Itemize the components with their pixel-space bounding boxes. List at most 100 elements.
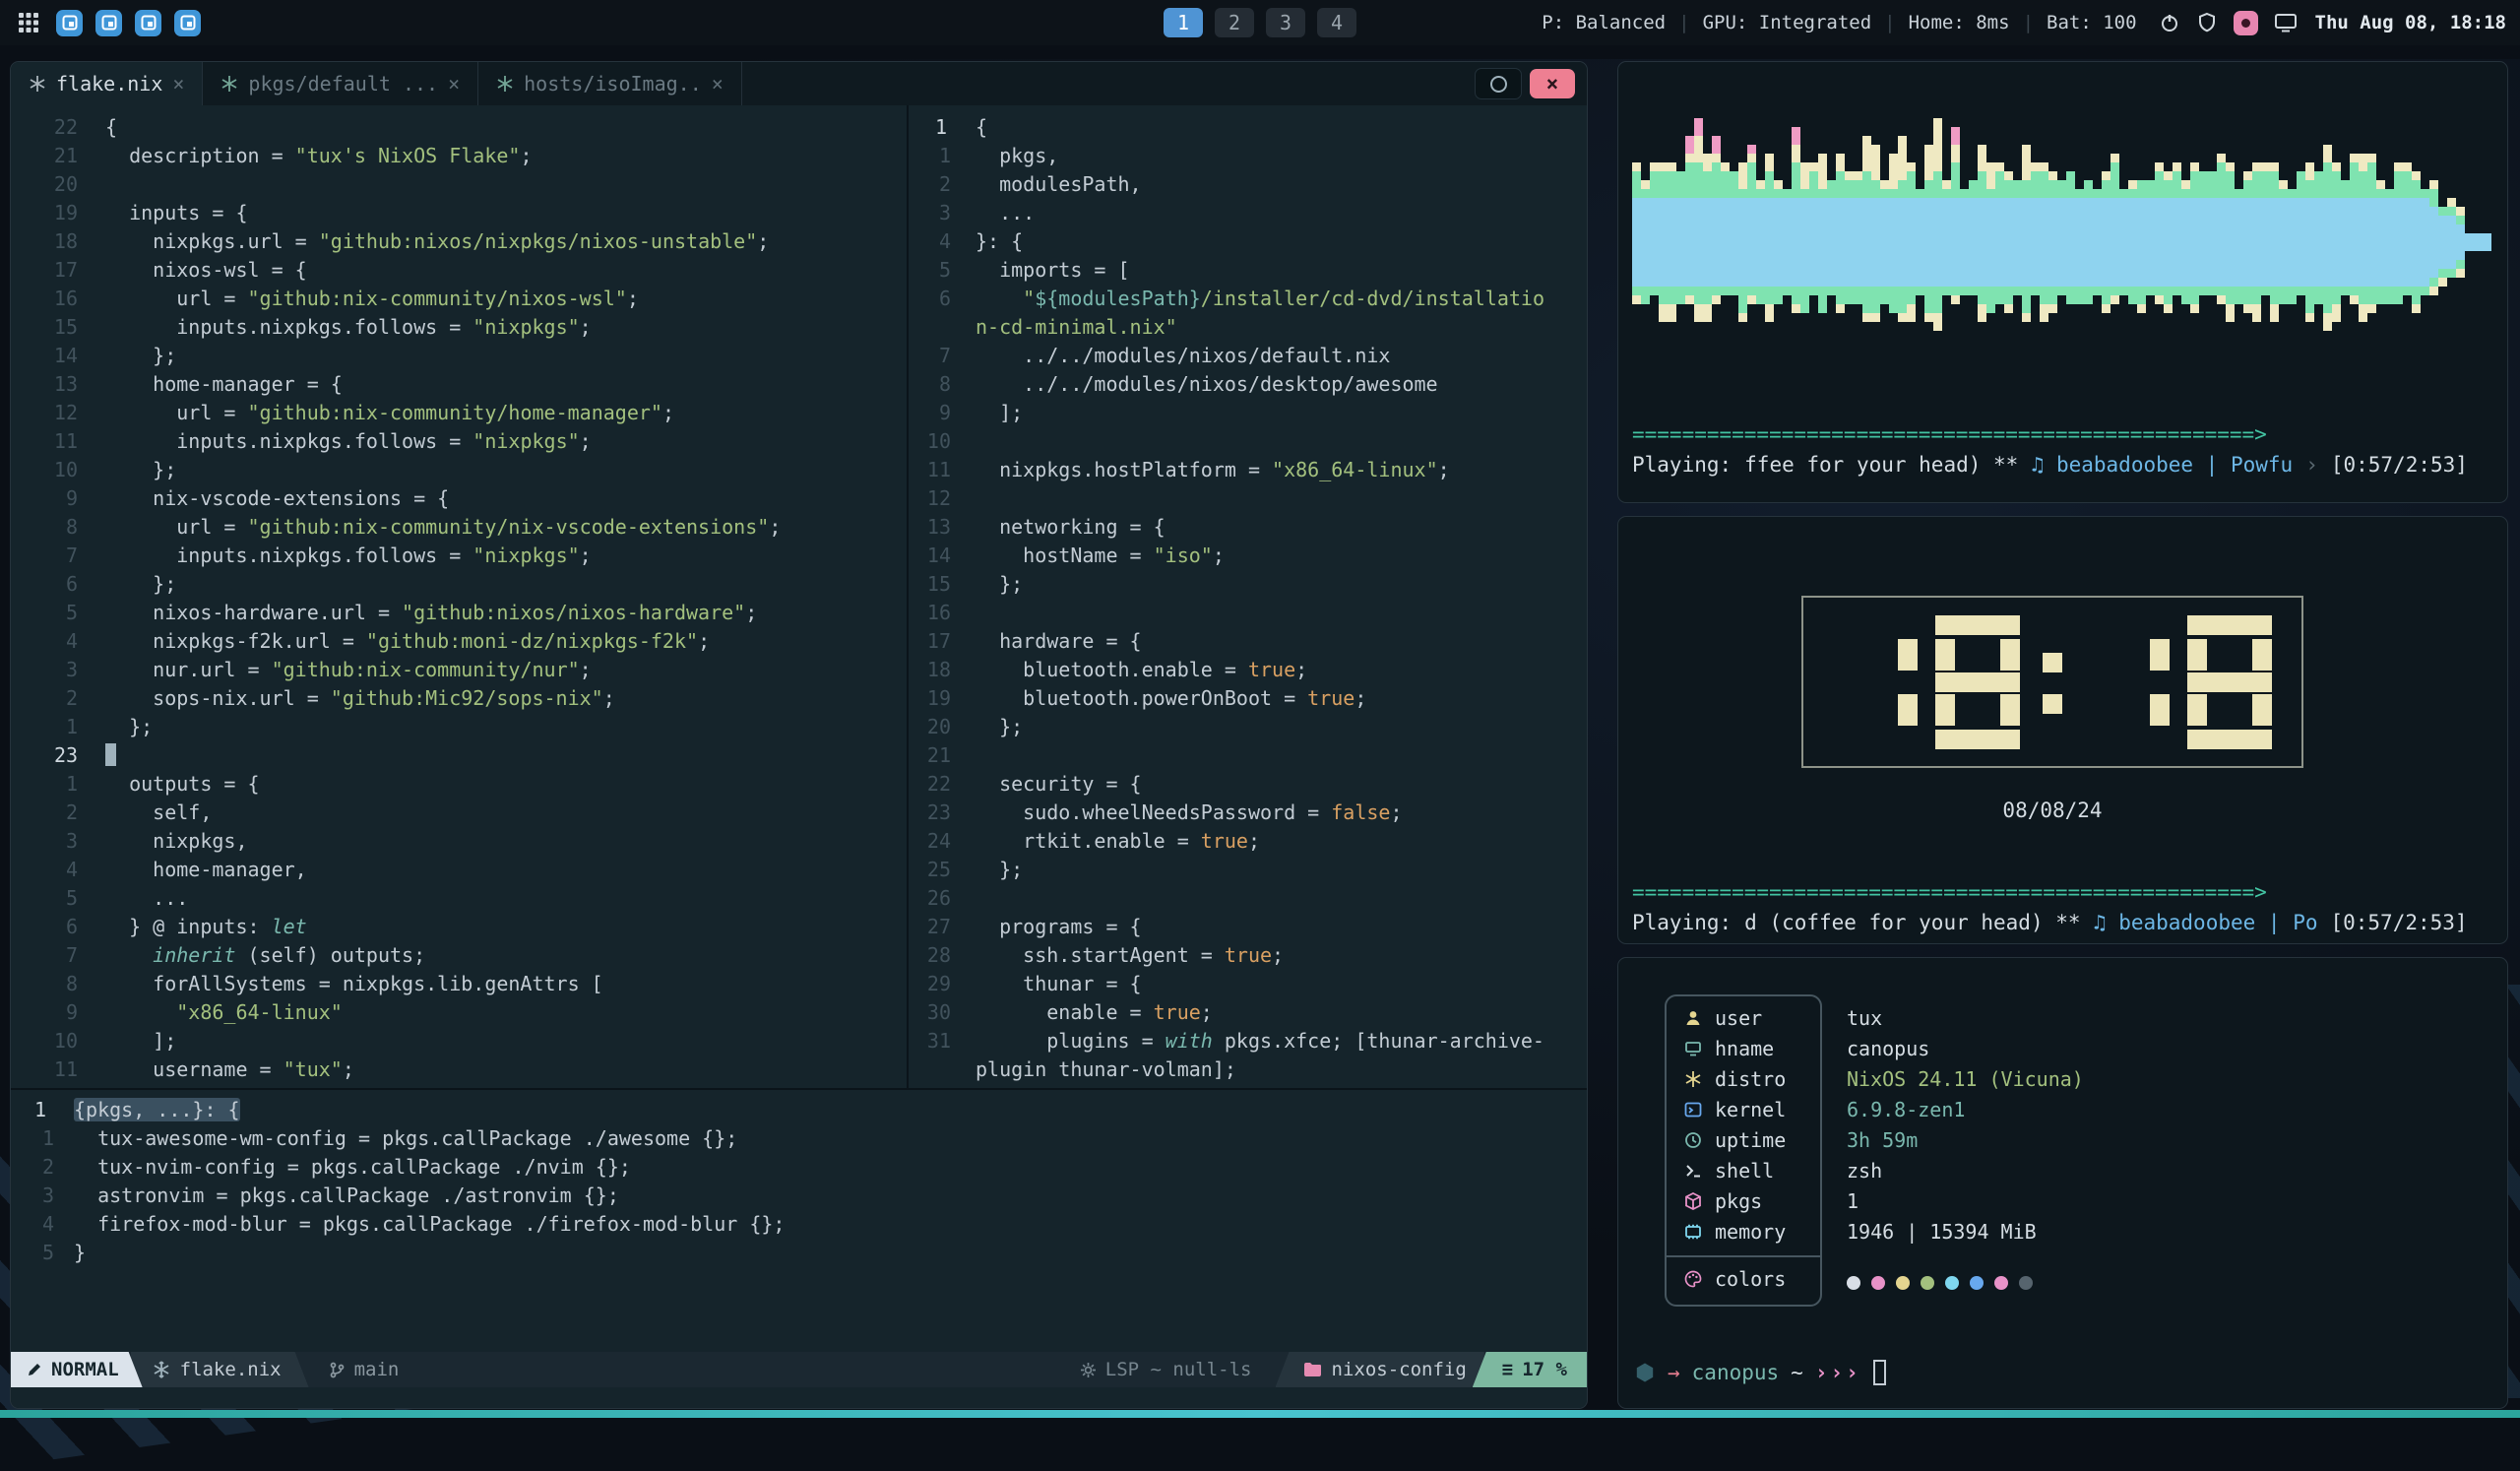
- titlebar-close-button[interactable]: ×: [1530, 69, 1575, 98]
- waveform-pixel-column: [1659, 171, 1668, 198]
- tab-close-icon[interactable]: ×: [712, 72, 724, 96]
- line-number: 4: [11, 627, 105, 656]
- fetch-label: shell: [1715, 1159, 1774, 1183]
- code-text: ];: [976, 399, 1023, 427]
- waveform-pixel-column: [1845, 198, 1854, 287]
- waveform-pixel-column: [1898, 198, 1907, 287]
- editor-tab-hosts-isoimag-[interactable]: hosts/isoImag..×: [478, 62, 742, 105]
- editor-pane-pkgs[interactable]: 1{pkgs, ...}: {1 tux-awesome-wm-config =…: [11, 1090, 1587, 1352]
- waveform-pixel-column: [1871, 145, 1880, 180]
- waveform-pixel-column: [2367, 162, 2376, 198]
- code-line: 29 thunar = {: [909, 970, 1587, 998]
- code-line: 6 };: [11, 570, 907, 599]
- fetch-terminal[interactable]: usertuxhnamecanopusdistroNixOS 24.11 (Vi…: [1617, 957, 2508, 1409]
- waveform-pixel-column: [2190, 287, 2199, 304]
- terminal-cursor[interactable]: [1873, 1360, 1886, 1385]
- waveform-pixel-column: [2403, 162, 2412, 171]
- power-icon[interactable]: [2159, 12, 2180, 33]
- waveform-pixel-column: [1836, 304, 1845, 313]
- waveform-pixel-column: [1862, 287, 1871, 313]
- fetch-label: memory: [1715, 1220, 1786, 1244]
- waveform-pixel-column: [1676, 287, 1685, 304]
- tag-4[interactable]: 4: [1317, 8, 1356, 37]
- waveform-pixel-column: [1862, 136, 1871, 171]
- waveform-pixel-column: [1898, 287, 1907, 313]
- waveform-pixel-column: [1933, 287, 1942, 313]
- memory-icon: [1683, 1222, 1703, 1242]
- titlebar-toggle-button[interactable]: [1475, 68, 1522, 99]
- waveform-pixel-column: [2128, 198, 2137, 287]
- code-text: plugins = with pkgs.xfce; [thunar-archiv…: [976, 1027, 1544, 1055]
- artist-name: beabadoobee | Powfu: [2056, 453, 2293, 477]
- waveform-pixel-column: [1951, 162, 1960, 198]
- waveform-pixel-column: [2243, 287, 2252, 304]
- tag-3[interactable]: 3: [1266, 8, 1305, 37]
- waveform-pixel-column: [2110, 287, 2119, 295]
- waveform-pixel-column: [2146, 198, 2155, 287]
- recorder-icon[interactable]: [2234, 11, 2258, 35]
- visualizer-terminal[interactable]: ========================================…: [1617, 61, 2508, 503]
- waveform-pixel-column: [1986, 198, 1995, 287]
- waveform-pixel-column: [2270, 287, 2279, 304]
- line-number: 3: [11, 827, 105, 856]
- waveform-pixel-column: [2137, 180, 2146, 198]
- editor-pane-iso[interactable]: 1{1 pkgs,2 modulesPath,3 ...4}: {5 impor…: [909, 105, 1587, 1088]
- code-line: 1 tux-awesome-wm-config = pkgs.callPacka…: [11, 1124, 1587, 1153]
- shield-icon[interactable]: [2196, 12, 2218, 33]
- project-indicator[interactable]: nixos-config: [1276, 1352, 1484, 1387]
- app-launcher-icon[interactable]: [14, 8, 43, 37]
- fetch-row-uptime: uptime: [1683, 1127, 1786, 1153]
- waveform-pixel-column: [2004, 287, 2013, 304]
- fetch-row-colors: colors: [1683, 1266, 1786, 1292]
- waveform-pixel-column: [2031, 287, 2040, 295]
- waveform-pixel-column: [2305, 198, 2314, 287]
- code-text: [105, 741, 116, 770]
- waveform-pixel-column: [1747, 198, 1756, 287]
- terminal-color-palette: [1847, 1270, 2033, 1296]
- waveform-pixel-column: [1721, 162, 1730, 171]
- editor-pane-flake[interactable]: 22{21 description = "tux's NixOS Flake";…: [11, 105, 907, 1088]
- tab-close-icon[interactable]: ×: [448, 72, 460, 96]
- workspace-app-icon-1[interactable]: [56, 10, 83, 36]
- workspace-app-icon-4[interactable]: [174, 10, 201, 36]
- line-number: 14: [11, 342, 105, 370]
- code-line: 28 ssh.startAgent = true;: [909, 941, 1587, 970]
- tag-1[interactable]: 1: [1164, 8, 1203, 37]
- clock[interactable]: Thu Aug 08, 18:18: [2315, 12, 2506, 33]
- line-number: 9: [11, 998, 105, 1027]
- code-line: 5 ...: [11, 884, 907, 913]
- waveform-pixel-column: [1659, 304, 1668, 322]
- workspace-app-icon-3[interactable]: [135, 10, 161, 36]
- waveform-pixel-column: [2208, 198, 2217, 287]
- tag-2[interactable]: 2: [1215, 8, 1254, 37]
- waveform-pixel-column: [2376, 189, 2385, 198]
- code-text: tux-awesome-wm-config = pkgs.callPackage…: [74, 1124, 737, 1153]
- waveform-pixel-column: [1898, 180, 1907, 198]
- display-icon[interactable]: [2274, 12, 2298, 33]
- waveform-pixel-column: [1694, 287, 1703, 304]
- waveform-pixel-column: [2438, 216, 2447, 269]
- nix-snowflake-icon: [220, 75, 238, 93]
- waveform-pixel-column: [2243, 304, 2252, 313]
- workspace-app-icon-2[interactable]: [95, 10, 122, 36]
- clock-terminal[interactable]: 08/08/24 ===============================…: [1617, 516, 2508, 944]
- waveform-pixel-column: [2208, 171, 2217, 198]
- git-branch[interactable]: main: [329, 1359, 400, 1380]
- waveform-pixel-column: [1942, 180, 1951, 189]
- waveform-pixel-column: [1641, 189, 1650, 198]
- waveform-pixel-column: [2226, 171, 2235, 198]
- code-text: home-manager,: [105, 856, 307, 884]
- tab-close-icon[interactable]: ×: [172, 72, 184, 96]
- waveform-pixel-column: [2456, 269, 2465, 278]
- editor-window[interactable]: flake.nix×pkgs/default ...×hosts/isoImag…: [10, 61, 1588, 1409]
- waveform-pixel-column: [2323, 198, 2332, 287]
- code-line: 2 self,: [11, 799, 907, 827]
- editor-tab-flake-nix[interactable]: flake.nix×: [11, 62, 203, 105]
- waveform-pixel-column: [2217, 287, 2226, 295]
- shell-prompt[interactable]: → canopus ~ ›››: [1634, 1360, 1886, 1385]
- waveform-pixel-column: [2164, 304, 2173, 313]
- command-line-area[interactable]: [11, 1387, 1587, 1408]
- statusline-filename: flake.nix: [131, 1352, 309, 1387]
- editor-tab-pkgs-default-[interactable]: pkgs/default ...×: [203, 62, 478, 105]
- waveform-pixel-column: [1765, 304, 1774, 322]
